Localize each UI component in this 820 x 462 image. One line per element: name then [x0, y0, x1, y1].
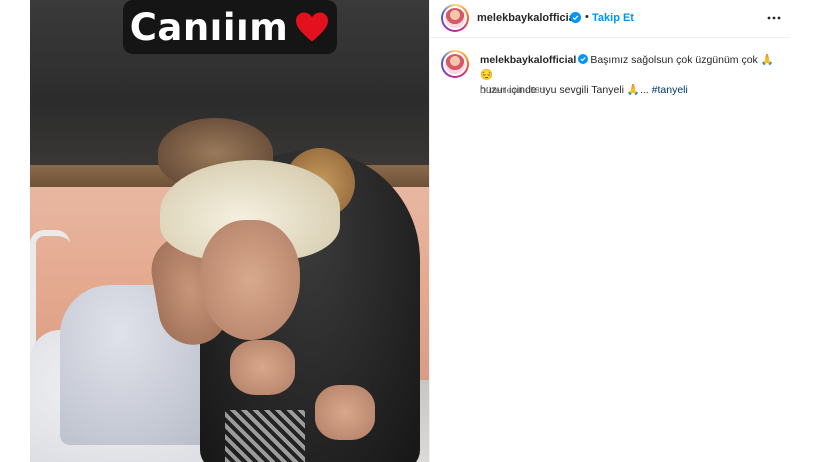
- story-sticker: Canıiım: [123, 0, 337, 54]
- post-meta: Düzenlendi • 58d: [480, 85, 544, 95]
- meta-separator: •: [524, 85, 528, 95]
- post-photo[interactable]: Canıiım: [30, 0, 429, 462]
- time-ago[interactable]: 58d: [530, 85, 544, 95]
- heart-icon: [296, 12, 329, 42]
- post-sidebar: melekbaykalofficial • Takip Et melekbayk…: [429, 0, 790, 462]
- caption-avatar[interactable]: [441, 50, 469, 78]
- hashtag-link[interactable]: #tanyeli: [652, 84, 688, 96]
- header-separator: •: [585, 11, 589, 23]
- follow-button[interactable]: Takip Et: [592, 12, 634, 24]
- sticker-text: Canıiım: [129, 5, 289, 49]
- photo-hand: [315, 385, 375, 440]
- avatar[interactable]: [441, 4, 469, 32]
- photo-face: [200, 220, 300, 340]
- header-username[interactable]: melekbaykalofficial: [477, 12, 578, 24]
- edited-label: Düzenlendi: [480, 85, 523, 95]
- photo-hand: [230, 340, 295, 395]
- post-header: melekbaykalofficial • Takip Et: [430, 0, 790, 38]
- more-horizontal-icon[interactable]: [766, 11, 782, 25]
- verified-badge-icon: [570, 12, 581, 23]
- verified-badge-icon: [578, 54, 589, 64]
- caption-username[interactable]: melekbaykalofficial: [480, 54, 576, 66]
- photo-printed-fabric: [225, 410, 305, 462]
